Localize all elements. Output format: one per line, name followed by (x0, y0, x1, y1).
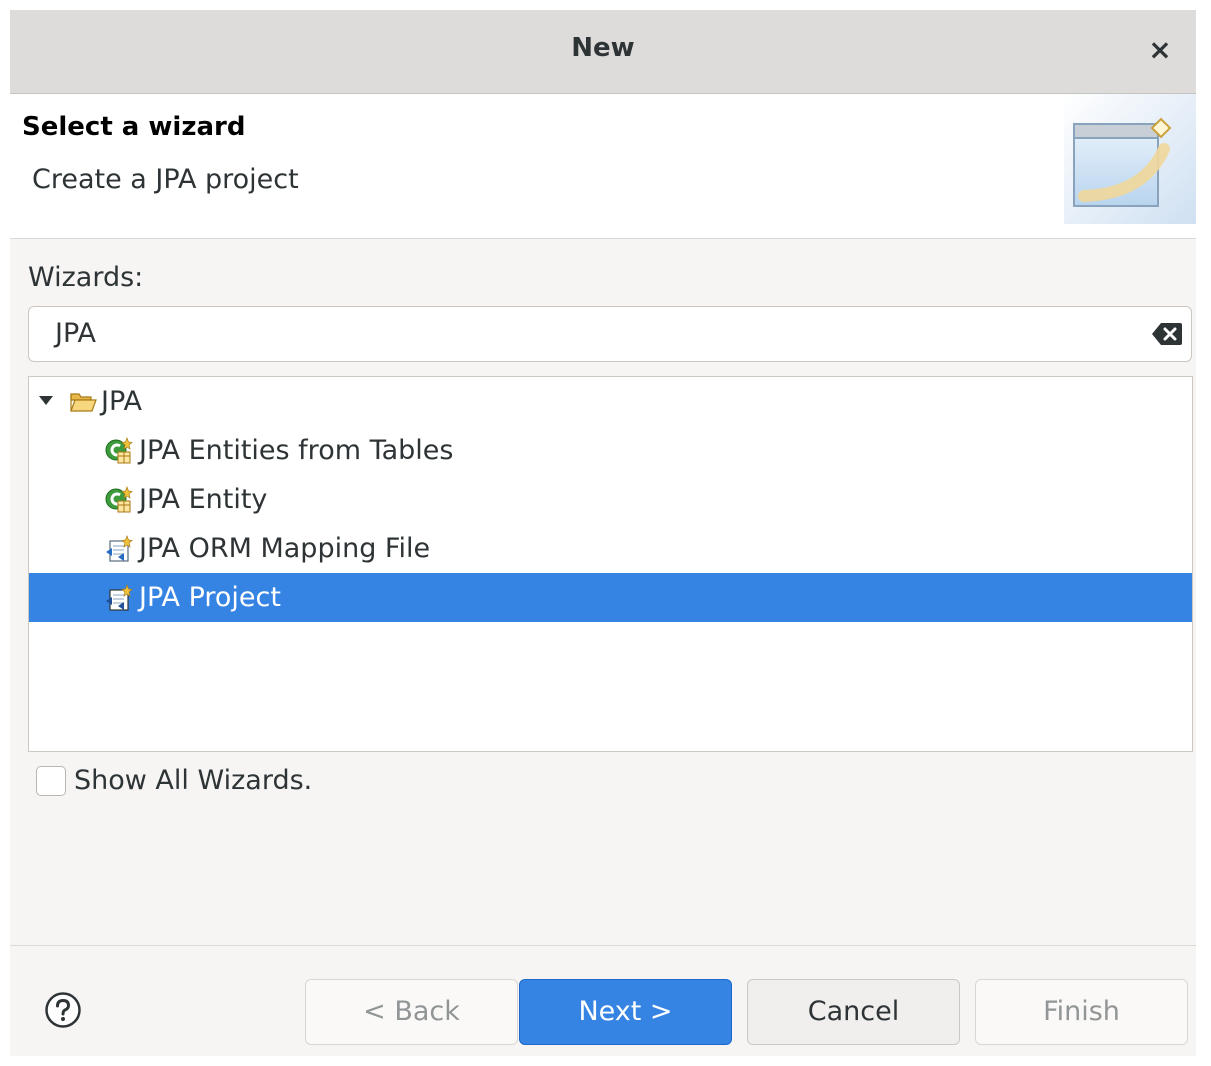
tree-item-label: JPA Entities from Tables (139, 435, 454, 466)
jpa-entity-icon (105, 486, 133, 513)
filter-value: JPA (55, 318, 96, 349)
wizard-tree[interactable]: JPA JPA Entities from Tables JPA Entity (28, 376, 1193, 752)
clear-text-icon[interactable] (1151, 322, 1183, 346)
new-wizard-banner-icon (1064, 94, 1196, 224)
wizards-label: Wizards: (28, 262, 144, 293)
expand-arrow-icon[interactable] (39, 396, 53, 405)
header-description: Create a JPA project (32, 164, 299, 195)
window-title: New (571, 33, 635, 63)
tree-item-jpa-orm-mapping-file[interactable]: JPA ORM Mapping File (29, 524, 1192, 573)
cancel-button[interactable]: Cancel (747, 979, 960, 1045)
wizard-filter-input[interactable]: JPA (28, 306, 1192, 362)
wizard-header: Select a wizard Create a JPA project (10, 94, 1196, 239)
tree-item-label: JPA Entity (139, 484, 268, 515)
jpa-project-icon (106, 584, 133, 611)
finish-button[interactable]: Finish (975, 979, 1188, 1045)
tree-item-jpa-entity[interactable]: JPA Entity (29, 475, 1192, 524)
title-bar: New × (10, 10, 1196, 94)
tree-item-label: JPA Project (139, 582, 281, 613)
new-wizard-dialog: New × Select a wizard Create a JPA proje… (10, 10, 1196, 1056)
back-button[interactable]: < Back (305, 979, 518, 1045)
tree-category-jpa[interactable]: JPA (29, 377, 1192, 426)
close-button[interactable]: × (1140, 30, 1180, 70)
jpa-file-icon (106, 535, 133, 562)
open-folder-icon (70, 393, 97, 412)
tree-category-label: JPA (101, 386, 142, 417)
help-icon[interactable] (44, 991, 82, 1029)
tree-item-label: JPA ORM Mapping File (139, 533, 431, 564)
show-all-wizards-label[interactable]: Show All Wizards. (74, 762, 312, 800)
jpa-entity-icon (105, 437, 133, 464)
footer-divider (10, 945, 1196, 946)
next-button[interactable]: Next > (519, 979, 732, 1045)
header-title: Select a wizard (22, 112, 246, 142)
tree-item-jpa-entities-from-tables[interactable]: JPA Entities from Tables (29, 426, 1192, 475)
show-all-wizards-checkbox[interactable] (36, 766, 66, 796)
tree-item-jpa-project[interactable]: JPA Project (29, 573, 1192, 622)
